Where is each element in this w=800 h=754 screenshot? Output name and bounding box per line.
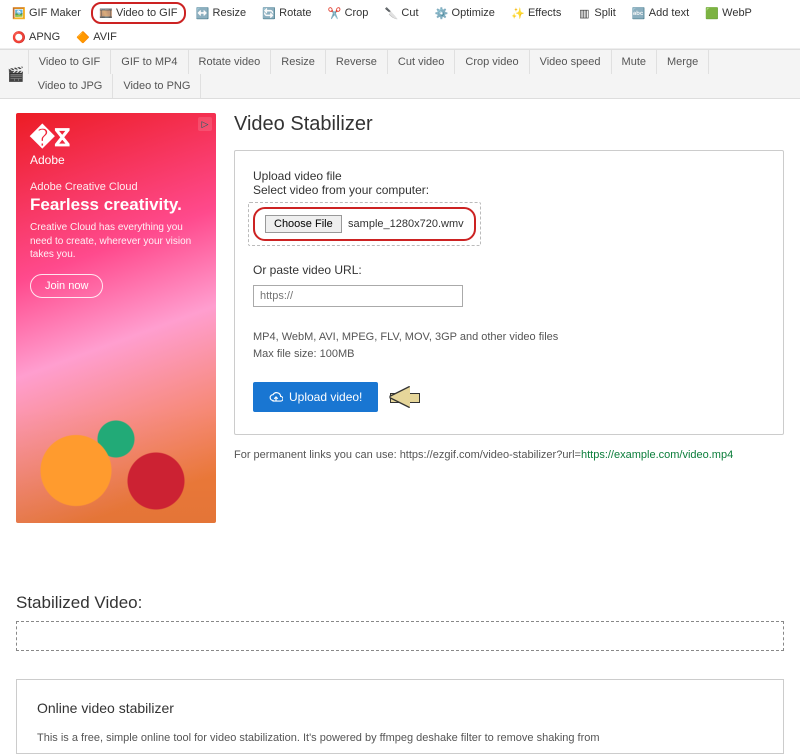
cut-icon: 🔪 <box>384 7 398 19</box>
topnav-cut[interactable]: 🔪Cut <box>378 4 424 22</box>
subnav-merge[interactable]: Merge <box>657 50 709 74</box>
hint-maxsize: Max file size: 100MB <box>253 346 765 363</box>
page-title: Video Stabilizer <box>234 113 784 136</box>
clapper-icon: 🎬 <box>6 66 26 83</box>
webp-icon: 🟩 <box>705 7 719 19</box>
panel-legend: Upload video file <box>253 169 342 183</box>
info-heading: Online video stabilizer <box>37 700 763 716</box>
subnav-gif-to-mp4[interactable]: GIF to MP4 <box>111 50 188 74</box>
apng-icon: ⭕ <box>12 31 26 43</box>
pointer-arrow-icon <box>392 387 438 407</box>
ad-tagline-small: Adobe Creative Cloud <box>30 181 202 193</box>
topnav-gif-maker[interactable]: 🖼️GIF Maker <box>6 4 87 22</box>
stabilized-video-heading: Stabilized Video: <box>16 593 784 613</box>
subnav-resize[interactable]: Resize <box>271 50 326 74</box>
top-nav: 🖼️GIF Maker🎞️Video to GIF↔️Resize🔄Rotate… <box>0 0 800 49</box>
video-to-gif-icon: 🎞️ <box>99 7 113 19</box>
ad-cta-button[interactable]: Join now <box>30 274 103 298</box>
ad-copy: Creative Cloud has everything you need t… <box>30 221 200 262</box>
video-url-input[interactable] <box>253 285 463 307</box>
add-text-icon: 🔤 <box>632 7 646 19</box>
subnav-crop-video[interactable]: Crop video <box>455 50 529 74</box>
file-input-row[interactable]: Choose File sample_1280x720.wmv <box>253 207 476 241</box>
sub-nav: 🎬 Video to GIFGIF to MP4Rotate videoResi… <box>0 49 800 99</box>
optimize-icon: ⚙️ <box>435 7 449 19</box>
or-paste-label: Or paste video URL: <box>253 263 765 277</box>
topnav-crop[interactable]: ✂️Crop <box>322 4 375 22</box>
upload-video-button[interactable]: Upload video! <box>253 382 378 412</box>
resize-icon: ↔️ <box>196 7 210 19</box>
subnav-rotate-video[interactable]: Rotate video <box>189 50 272 74</box>
split-icon: ▥ <box>577 7 591 19</box>
format-hint: MP4, WebM, AVI, MPEG, FLV, MOV, 3GP and … <box>253 329 765 362</box>
permalink-hint: For permanent links you can use: https:/… <box>234 449 784 461</box>
ad-illustration <box>16 313 216 523</box>
rotate-icon: 🔄 <box>262 7 276 19</box>
topnav-split[interactable]: ▥Split <box>571 4 621 22</box>
subnav-cut-video[interactable]: Cut video <box>388 50 455 74</box>
subnav-video-speed[interactable]: Video speed <box>530 50 612 74</box>
topnav-webp[interactable]: 🟩WebP <box>699 4 758 22</box>
topnav-avif[interactable]: 🔶AVIF <box>70 28 123 46</box>
subnav-video-to-gif[interactable]: Video to GIF <box>28 50 112 74</box>
topnav-add-text[interactable]: 🔤Add text <box>626 4 695 22</box>
topnav-optimize[interactable]: ⚙️Optimize <box>429 4 501 22</box>
topnav-effects[interactable]: ✨Effects <box>505 4 567 22</box>
adobe-logo-icon: �ⴵ <box>30 127 202 151</box>
topnav-resize[interactable]: ↔️Resize <box>190 4 253 22</box>
cloud-upload-icon <box>269 390 283 404</box>
subnav-reverse[interactable]: Reverse <box>326 50 388 74</box>
ad-tagline-large: Fearless creativity. <box>30 195 202 215</box>
info-body: This is a free, simple online tool for v… <box>37 730 763 747</box>
topnav-video-to-gif[interactable]: 🎞️Video to GIF <box>91 2 186 24</box>
ad-brand: Adobe <box>30 153 202 167</box>
ad-banner[interactable]: ▷ �ⴵ Adobe Adobe Creative Cloud Fearless… <box>16 113 216 523</box>
adchoices-icon[interactable]: ▷ <box>198 117 212 131</box>
choose-file-button[interactable]: Choose File <box>265 215 342 233</box>
subnav-mute[interactable]: Mute <box>612 50 657 74</box>
upload-panel: Upload video file Select video from your… <box>234 150 784 435</box>
selected-filename: sample_1280x720.wmv <box>348 218 464 230</box>
subnav-video-to-jpg[interactable]: Video to JPG <box>28 74 114 98</box>
permalink-example-link[interactable]: https://example.com/video.mp4 <box>581 449 733 461</box>
avif-icon: 🔶 <box>76 31 90 43</box>
topnav-rotate[interactable]: 🔄Rotate <box>256 4 317 22</box>
hint-formats: MP4, WebM, AVI, MPEG, FLV, MOV, 3GP and … <box>253 329 765 346</box>
subnav-video-to-png[interactable]: Video to PNG <box>113 74 201 98</box>
topnav-apng[interactable]: ⭕APNG <box>6 28 66 46</box>
crop-icon: ✂️ <box>328 7 342 19</box>
gif-maker-icon: 🖼️ <box>12 7 26 19</box>
select-label: Select video from your computer: <box>253 183 765 197</box>
effects-icon: ✨ <box>511 7 525 19</box>
upload-button-label: Upload video! <box>289 390 362 404</box>
info-panel: Online video stabilizer This is a free, … <box>16 679 784 754</box>
